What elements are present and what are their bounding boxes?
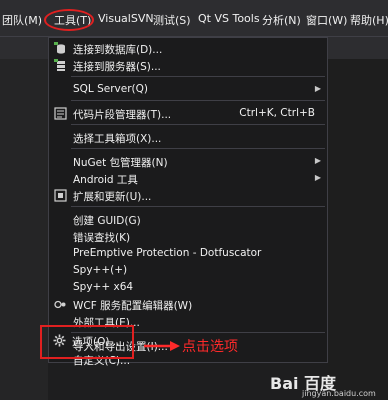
menu-item-error-lookup[interactable]: 错误查找(K): [49, 228, 327, 246]
menu-team[interactable]: 团队(M): [2, 12, 42, 28]
wcf-config-icon: [54, 300, 66, 309]
submenu-arrow-icon: ▶: [314, 156, 321, 165]
menu-item-label: 连接到服务器(S)...: [73, 61, 161, 73]
editor-area: [328, 59, 388, 400]
menu-bar: 团队(M) 工具(T) VisualSVN 测试(S) Qt VS Tools …: [0, 0, 388, 37]
code-snippet-icon: [54, 107, 67, 120]
menu-item-label: 代码片段管理器(T)...: [73, 109, 172, 121]
menu-item-preemptive-dotfuscator[interactable]: PreEmptive Protection - Dotfuscator: [49, 245, 327, 263]
menu-item-shortcut: Ctrl+K, Ctrl+B: [239, 107, 315, 119]
menu-item-sql-server[interactable]: SQL Server(Q) ▶: [49, 81, 327, 99]
tools-highlight-ellipse: [44, 9, 94, 31]
menu-item-label: WCF 服务配置编辑器(W): [73, 300, 193, 312]
menu-item-label: NuGet 包管理器(N): [73, 157, 168, 169]
menu-item-label: 选择工具箱项(X)...: [73, 133, 162, 145]
menu-item-label: Android 工具: [73, 174, 138, 186]
menu-separator: [71, 100, 325, 101]
menu-item-wcf-service-config-editor[interactable]: WCF 服务配置编辑器(W): [49, 296, 327, 314]
submenu-arrow-icon: ▶: [314, 84, 321, 93]
menu-item-label: Spy++ x64: [73, 281, 134, 293]
menu-item-connect-database[interactable]: 连接到数据库(D)...: [49, 40, 327, 58]
extensions-icon: [54, 189, 67, 202]
server-connect-icon: [54, 59, 65, 71]
baidu-watermark: Bai 百度 jingyan.baidu.com: [270, 370, 386, 400]
options-highlight-box: [40, 325, 134, 359]
tools-dropdown-menu: 连接到数据库(D)... 连接到服务器(S)... SQL Server(Q) …: [48, 37, 328, 367]
menu-item-android-tools[interactable]: Android 工具 ▶: [49, 170, 327, 188]
menu-item-label: SQL Server(Q): [73, 83, 149, 95]
menu-item-label: 错误查找(K): [73, 232, 131, 244]
menu-item-spy-plus-plus[interactable]: Spy++(+): [49, 262, 327, 280]
menu-item-label: 连接到数据库(D)...: [73, 44, 163, 56]
menu-item-nuget-package-manager[interactable]: NuGet 包管理器(N) ▶: [49, 153, 327, 171]
menu-qt-vs-tools[interactable]: Qt VS Tools: [198, 12, 260, 25]
menu-window[interactable]: 窗口(W): [306, 12, 347, 28]
menu-visualsvn[interactable]: VisualSVN: [98, 12, 154, 25]
menu-help[interactable]: 帮助(H): [350, 12, 388, 28]
menu-item-connect-server[interactable]: 连接到服务器(S)...: [49, 57, 327, 75]
database-connect-icon: [54, 42, 65, 54]
menu-item-label: 扩展和更新(U)...: [73, 191, 152, 203]
menu-item-label: 创建 GUID(G): [73, 215, 141, 227]
menu-separator: [71, 124, 325, 125]
watermark-url: jingyan.baidu.com: [302, 389, 376, 398]
annotation-text: 点击选项: [182, 339, 238, 355]
menu-item-label: PreEmptive Protection - Dotfuscator: [73, 247, 262, 259]
menu-item-choose-toolbox-items[interactable]: 选择工具箱项(X)...: [49, 129, 327, 147]
menu-item-code-snippets-manager[interactable]: 代码片段管理器(T)... Ctrl+K, Ctrl+B: [49, 105, 327, 123]
menu-item-extensions-updates[interactable]: 扩展和更新(U)...: [49, 187, 327, 205]
annotation-arrow-icon: [144, 341, 180, 351]
menu-separator: [71, 76, 325, 77]
submenu-arrow-icon: ▶: [314, 173, 321, 182]
menu-separator: [71, 148, 325, 149]
menu-analyze[interactable]: 分析(N): [262, 12, 301, 28]
menu-item-create-guid[interactable]: 创建 GUID(G): [49, 211, 327, 229]
menu-test[interactable]: 测试(S): [153, 12, 191, 28]
menu-item-label: Spy++(+): [73, 264, 128, 276]
menu-item-spy-plus-plus-x64[interactable]: Spy++ x64: [49, 279, 327, 297]
menu-separator: [71, 206, 325, 207]
